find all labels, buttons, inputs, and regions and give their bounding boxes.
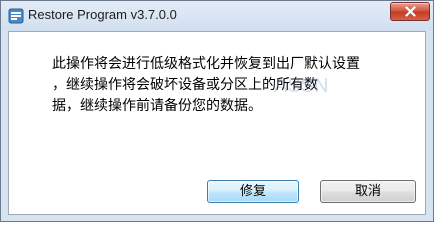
restore-button[interactable]: 修复 <box>207 180 299 203</box>
close-button[interactable] <box>390 2 430 21</box>
message-line: 此操作将会进行低级格式化并恢复到出厂默认设置 <box>52 56 360 72</box>
app-icon <box>8 8 24 24</box>
dialog-window: Restore Program v3.7.0.0 此操作将会进行低级格式化并恢复… <box>0 0 434 222</box>
message-line: ，继续操作将会破坏设备或分区上的所有数 <box>52 77 318 93</box>
dialog-content: 此操作将会进行低级格式化并恢复到出厂默认设置 ，继续操作将会破坏设备或分区上的所… <box>8 31 426 215</box>
message-line: 据，继续操作前请备份您的数据。 <box>52 98 262 114</box>
window-title: Restore Program v3.7.0.0 <box>28 7 177 22</box>
title-bar[interactable]: Restore Program v3.7.0.0 <box>1 1 433 31</box>
close-icon <box>405 6 416 17</box>
warning-message: 此操作将会进行低级格式化并恢复到出厂默认设置 ，继续操作将会破坏设备或分区上的所… <box>52 54 392 117</box>
cancel-button[interactable]: 取消 <box>320 180 416 203</box>
